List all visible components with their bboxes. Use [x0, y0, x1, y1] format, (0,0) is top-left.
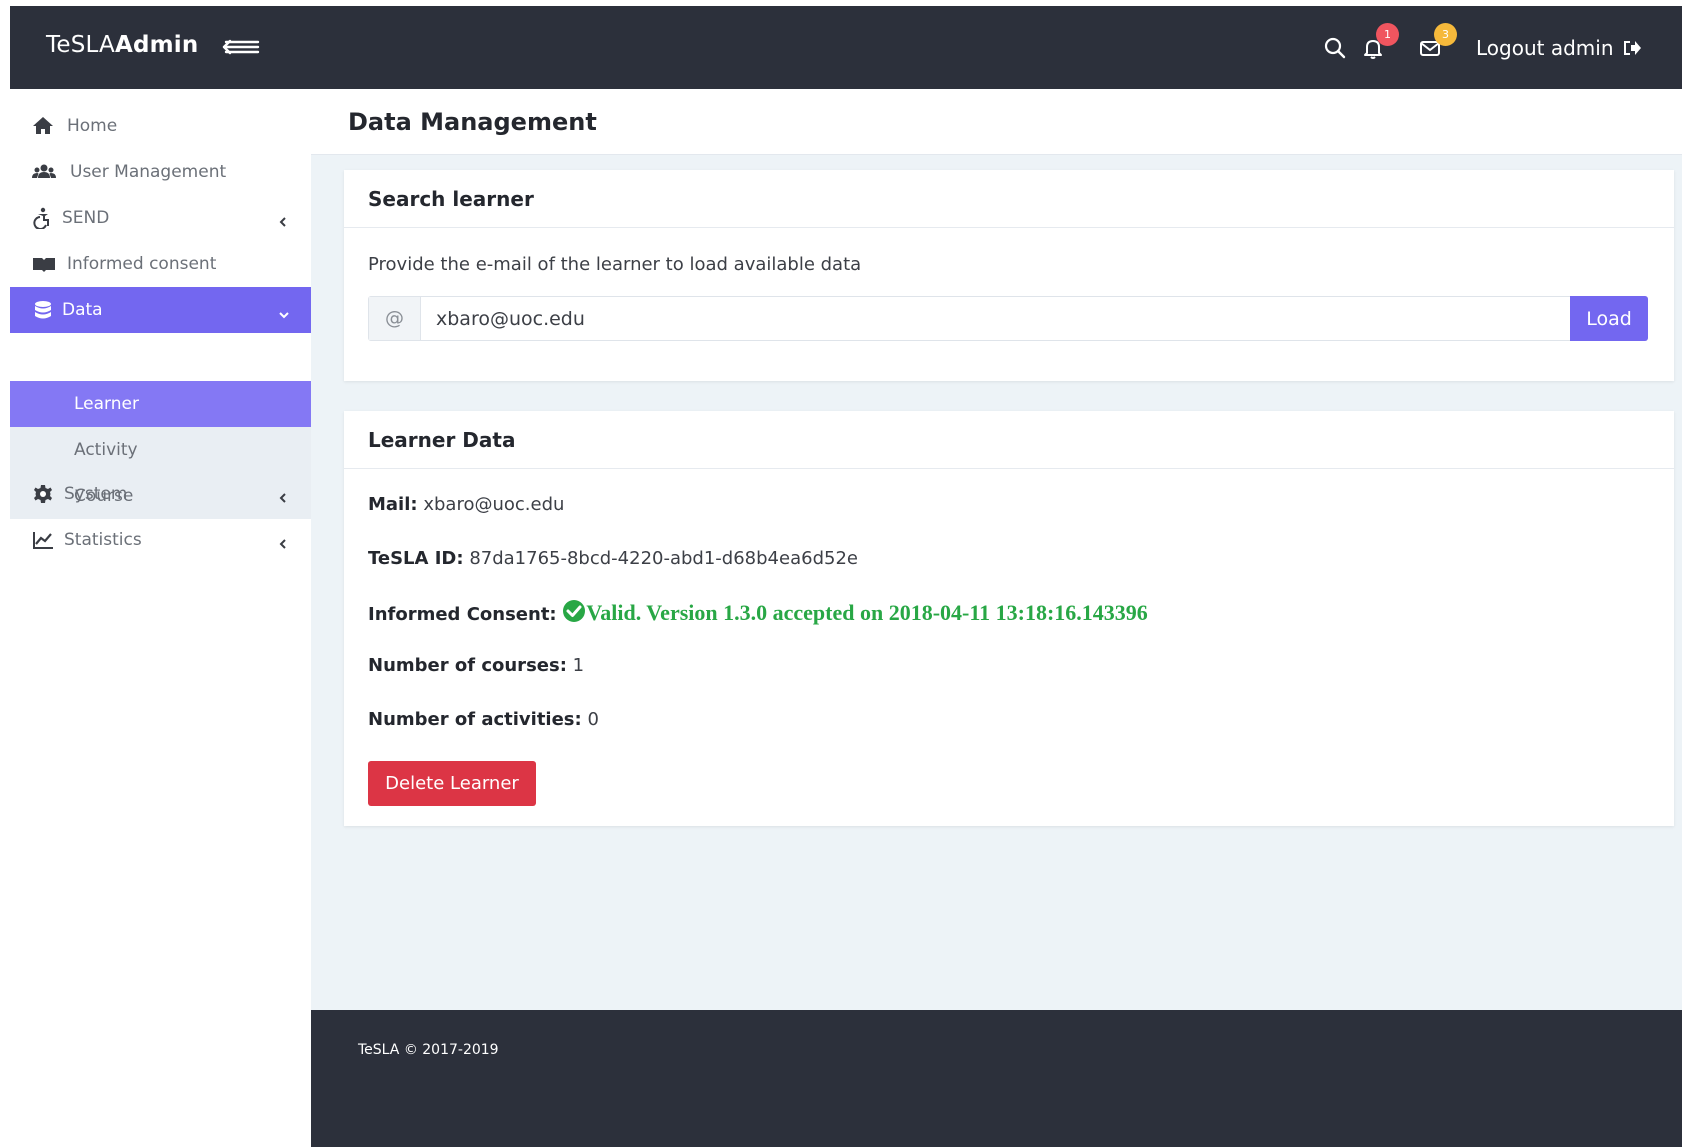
sidebar-item-user-management[interactable]: User Management — [10, 149, 311, 195]
courses-value: 1 — [572, 655, 585, 676]
email-input-group: @ Load — [368, 296, 1648, 341]
search-icon[interactable] — [1322, 35, 1348, 61]
search-learner-card: Search learner Provide the e-mail of the… — [344, 170, 1674, 381]
learner-data-card: Learner Data Mail: xbaro@uoc.edu TeSLA I… — [344, 411, 1674, 826]
logout-link[interactable]: Logout admin — [1476, 36, 1642, 60]
sidebar-item-label: System — [64, 484, 128, 504]
sidebar-item-system[interactable]: System — [10, 471, 311, 517]
submenu-item-label: Activity — [74, 440, 138, 460]
sidebar-item-label: User Management — [70, 162, 227, 182]
courses-label: Number of courses: — [368, 655, 567, 676]
at-sign-addon: @ — [369, 297, 421, 340]
informed-consent-label: Informed Consent: — [368, 604, 557, 625]
brand-bold: Admin — [114, 32, 199, 58]
gear-icon — [32, 483, 54, 505]
database-icon — [32, 299, 54, 321]
chevron-left-icon — [278, 489, 288, 503]
users-icon — [32, 161, 56, 183]
load-button[interactable]: Load — [1570, 296, 1648, 341]
check-circle-icon — [563, 600, 586, 622]
informed-consent-row: Informed Consent: Valid. Version 1.3.0 a… — [368, 599, 1148, 626]
sidebar-item-label: Informed consent — [67, 254, 217, 274]
submenu-item-label: Learner — [74, 394, 139, 414]
chevron-left-icon — [278, 213, 288, 227]
activities-value: 0 — [587, 709, 599, 730]
top-navbar: TeSLAAdmin 1 3 Logout admin — [10, 6, 1682, 89]
card-title: Learner Data — [368, 428, 516, 452]
messages-badge: 3 — [1434, 23, 1457, 46]
book-icon — [32, 253, 55, 275]
sidebar: Home User Management SEND Informed conse… — [10, 89, 311, 1147]
sidebar-item-statistics[interactable]: Statistics — [10, 517, 311, 563]
chevron-left-icon — [278, 535, 288, 549]
tesla-id-value: 87da1765-8bcd-4220-abd1-d68b4ea6d52e — [469, 548, 858, 569]
activities-row: Number of activities: 0 — [368, 709, 599, 730]
page-title: Data Management — [348, 108, 597, 136]
brand-prefix: TeSLA — [46, 32, 115, 58]
mail-label: Mail: — [368, 494, 418, 515]
search-help-text: Provide the e-mail of the learner to loa… — [368, 254, 862, 275]
courses-row: Number of courses: 1 — [368, 655, 584, 676]
tesla-id-row: TeSLA ID: 87da1765-8bcd-4220-abd1-d68b4e… — [368, 548, 858, 569]
sidebar-item-send[interactable]: SEND — [10, 195, 311, 241]
page-header: Data Management — [311, 89, 1682, 155]
sidebar-item-data[interactable]: Data — [10, 287, 311, 333]
sidebar-item-home[interactable]: Home — [10, 103, 311, 149]
delete-learner-button[interactable]: Delete Learner — [368, 761, 536, 806]
accessibility-icon — [32, 207, 54, 230]
footer-copyright: TeSLA © 2017-2019 — [358, 1042, 499, 1058]
tesla-id-label: TeSLA ID: — [368, 548, 464, 569]
card-header: Learner Data — [344, 411, 1674, 469]
sidebar-item-label: Statistics — [64, 530, 142, 550]
logout-icon — [1623, 41, 1641, 55]
menu-toggle-icon[interactable] — [220, 36, 262, 58]
card-title: Search learner — [368, 187, 534, 211]
mail-value: xbaro@uoc.edu — [423, 494, 565, 515]
footer: TeSLA © 2017-2019 — [311, 1010, 1682, 1147]
notifications-badge: 1 — [1376, 23, 1399, 46]
consent-status-text: Valid. Version 1.3.0 accepted on 2018-04… — [586, 600, 1148, 625]
submenu-item-activity[interactable]: Activity — [10, 427, 311, 473]
home-icon — [32, 115, 54, 137]
sidebar-item-label: SEND — [62, 208, 110, 228]
logout-label: Logout admin — [1476, 36, 1614, 60]
card-header: Search learner — [344, 170, 1674, 228]
chart-line-icon — [32, 529, 54, 551]
activities-label: Number of activities: — [368, 709, 582, 730]
submenu-item-learner[interactable]: Learner — [10, 381, 311, 427]
sidebar-item-label: Data — [62, 300, 103, 320]
sidebar-item-informed-consent[interactable]: Informed consent — [10, 241, 311, 287]
consent-status: Valid. Version 1.3.0 accepted on 2018-04… — [562, 600, 1148, 625]
email-field[interactable] — [422, 297, 1555, 340]
app-frame: TeSLAAdmin 1 3 Logout admin Home User Ma… — [10, 6, 1682, 1147]
mail-row: Mail: xbaro@uoc.edu — [368, 494, 564, 515]
chevron-down-icon — [278, 305, 289, 319]
sidebar-item-label: Home — [67, 116, 118, 136]
brand-logo[interactable]: TeSLAAdmin — [46, 32, 198, 58]
